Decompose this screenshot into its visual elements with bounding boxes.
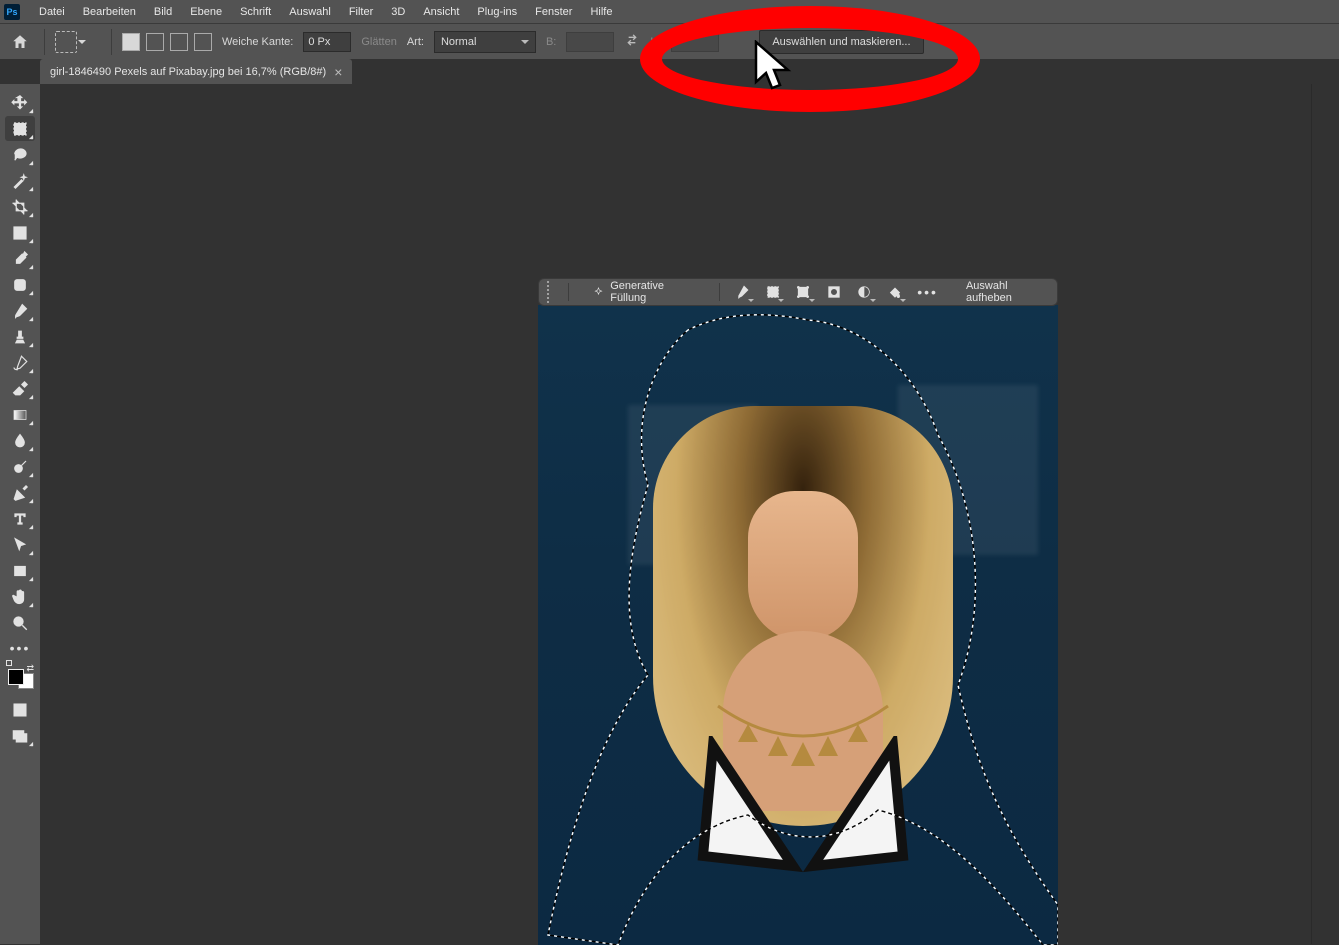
color-swatches[interactable]: ⇄	[6, 663, 34, 687]
default-colors-icon[interactable]	[6, 660, 12, 666]
move-tool[interactable]	[5, 90, 35, 115]
home-button[interactable]	[6, 29, 34, 55]
ctx-mask-icon[interactable]	[826, 283, 843, 301]
menu-ansicht[interactable]: Ansicht	[414, 2, 468, 22]
ctx-modify-selection-icon[interactable]	[765, 283, 782, 301]
document-tab-bar: girl-1846490 Pexels auf Pixabay.jpg bei …	[0, 59, 1339, 84]
menu-ebene[interactable]: Ebene	[181, 2, 231, 22]
document-tab-title: girl-1846490 Pexels auf Pixabay.jpg bei …	[50, 66, 326, 78]
document-image[interactable]	[538, 305, 1058, 945]
deselect-button[interactable]: Auswahl aufheben	[966, 280, 1049, 304]
eyedropper-tool[interactable]	[5, 246, 35, 271]
generative-fill-label: Generative Füllung	[610, 280, 695, 304]
menu-datei[interactable]: Datei	[30, 2, 74, 22]
style-label: Art:	[407, 36, 424, 48]
ctx-more-icon[interactable]: •••	[917, 284, 938, 300]
menu-bild[interactable]: Bild	[145, 2, 181, 22]
swap-dimensions-icon[interactable]	[624, 32, 640, 51]
history-brush-tool[interactable]	[5, 350, 35, 375]
select-and-mask-button[interactable]: Auswählen und maskieren...	[759, 30, 923, 54]
clone-stamp-tool[interactable]	[5, 324, 35, 349]
menu-fenster[interactable]: Fenster	[526, 2, 581, 22]
marquee-tool[interactable]	[5, 116, 35, 141]
dodge-tool[interactable]	[5, 454, 35, 479]
generative-fill-button[interactable]: Generative Füllung	[583, 282, 705, 302]
hand-tool[interactable]	[5, 584, 35, 609]
blur-tool[interactable]	[5, 428, 35, 453]
close-tab-icon[interactable]: ×	[334, 65, 342, 79]
menu-bearbeiten[interactable]: Bearbeiten	[74, 2, 145, 22]
height-label: H:	[650, 36, 661, 48]
screen-mode-tool[interactable]	[5, 723, 35, 748]
drag-grip-icon[interactable]	[547, 281, 554, 303]
menu-3d[interactable]: 3D	[382, 2, 414, 22]
tools-panel: ••• ⇄	[0, 84, 40, 944]
type-tool[interactable]	[5, 506, 35, 531]
menu-hilfe[interactable]: Hilfe	[581, 2, 621, 22]
separator-icon	[111, 29, 112, 55]
ctx-transform-icon[interactable]	[795, 283, 812, 301]
selection-intersect-icon[interactable]	[194, 33, 212, 51]
menu-schrift[interactable]: Schrift	[231, 2, 280, 22]
zoom-tool[interactable]	[5, 610, 35, 635]
tool-preset-picker[interactable]	[55, 31, 77, 53]
ctx-adjustment-icon[interactable]	[856, 283, 873, 301]
feather-label: Weiche Kante:	[222, 36, 293, 48]
feather-input[interactable]: 0 Px	[303, 32, 351, 52]
right-panel-gutter	[1311, 84, 1339, 944]
width-label: B:	[546, 36, 556, 48]
width-input	[566, 32, 614, 52]
separator-icon	[568, 283, 569, 301]
selection-mode-group	[122, 33, 212, 51]
menu-plugins[interactable]: Plug-ins	[468, 2, 526, 22]
selection-subtract-icon[interactable]	[170, 33, 188, 51]
separator-icon	[44, 29, 45, 55]
foreground-color-swatch[interactable]	[8, 669, 24, 685]
edit-toolbar-icon[interactable]: •••	[10, 636, 31, 660]
eraser-tool[interactable]	[5, 376, 35, 401]
options-bar: Weiche Kante: 0 Px Glätten Art: Normal B…	[0, 23, 1339, 59]
magic-wand-tool[interactable]	[5, 168, 35, 193]
quick-mask-tool[interactable]	[5, 697, 35, 722]
pen-tool[interactable]	[5, 480, 35, 505]
contextual-task-bar[interactable]: Generative Füllung ••• Auswahl aufheben	[538, 278, 1058, 306]
separator-icon	[719, 283, 720, 301]
height-input	[671, 32, 719, 52]
frame-tool[interactable]	[5, 220, 35, 245]
path-select-tool[interactable]	[5, 532, 35, 557]
lasso-tool[interactable]	[5, 142, 35, 167]
menu-auswahl[interactable]: Auswahl	[280, 2, 340, 22]
menu-filter[interactable]: Filter	[340, 2, 382, 22]
photoshop-logo-icon: Ps	[4, 4, 20, 20]
selection-add-icon[interactable]	[146, 33, 164, 51]
selection-new-icon[interactable]	[122, 33, 140, 51]
style-value: Normal	[441, 36, 476, 48]
ctx-brush-icon[interactable]	[734, 283, 751, 301]
healing-brush-tool[interactable]	[5, 272, 35, 297]
ctx-fill-icon[interactable]	[887, 283, 904, 301]
crop-tool[interactable]	[5, 194, 35, 219]
main-menu-bar: Ps Datei Bearbeiten Bild Ebene Schrift A…	[0, 0, 1339, 23]
brush-tool[interactable]	[5, 298, 35, 323]
style-dropdown[interactable]: Normal	[434, 31, 536, 53]
antialias-label: Glätten	[361, 36, 396, 48]
gradient-tool[interactable]	[5, 402, 35, 427]
rectangle-shape-tool[interactable]	[5, 558, 35, 583]
document-tab[interactable]: girl-1846490 Pexels auf Pixabay.jpg bei …	[40, 59, 352, 84]
